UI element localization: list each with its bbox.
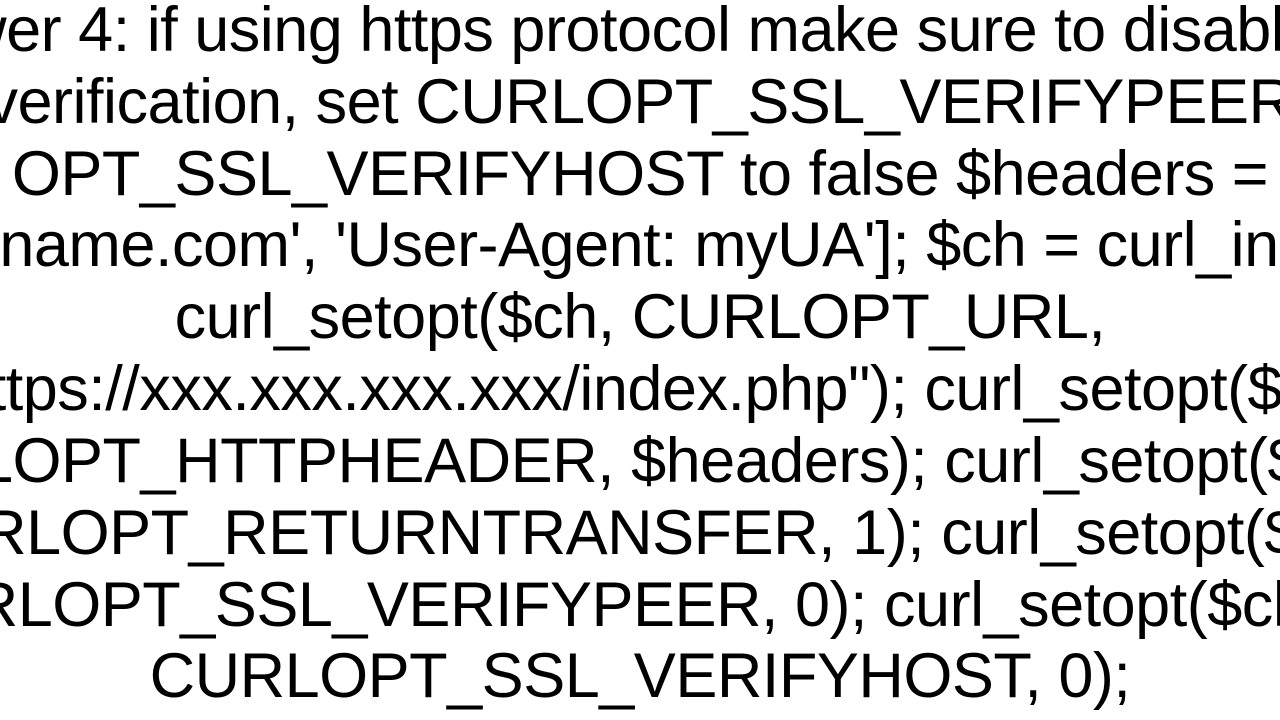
document-text: wer 4: if using https protocol make sure… <box>0 0 1280 713</box>
